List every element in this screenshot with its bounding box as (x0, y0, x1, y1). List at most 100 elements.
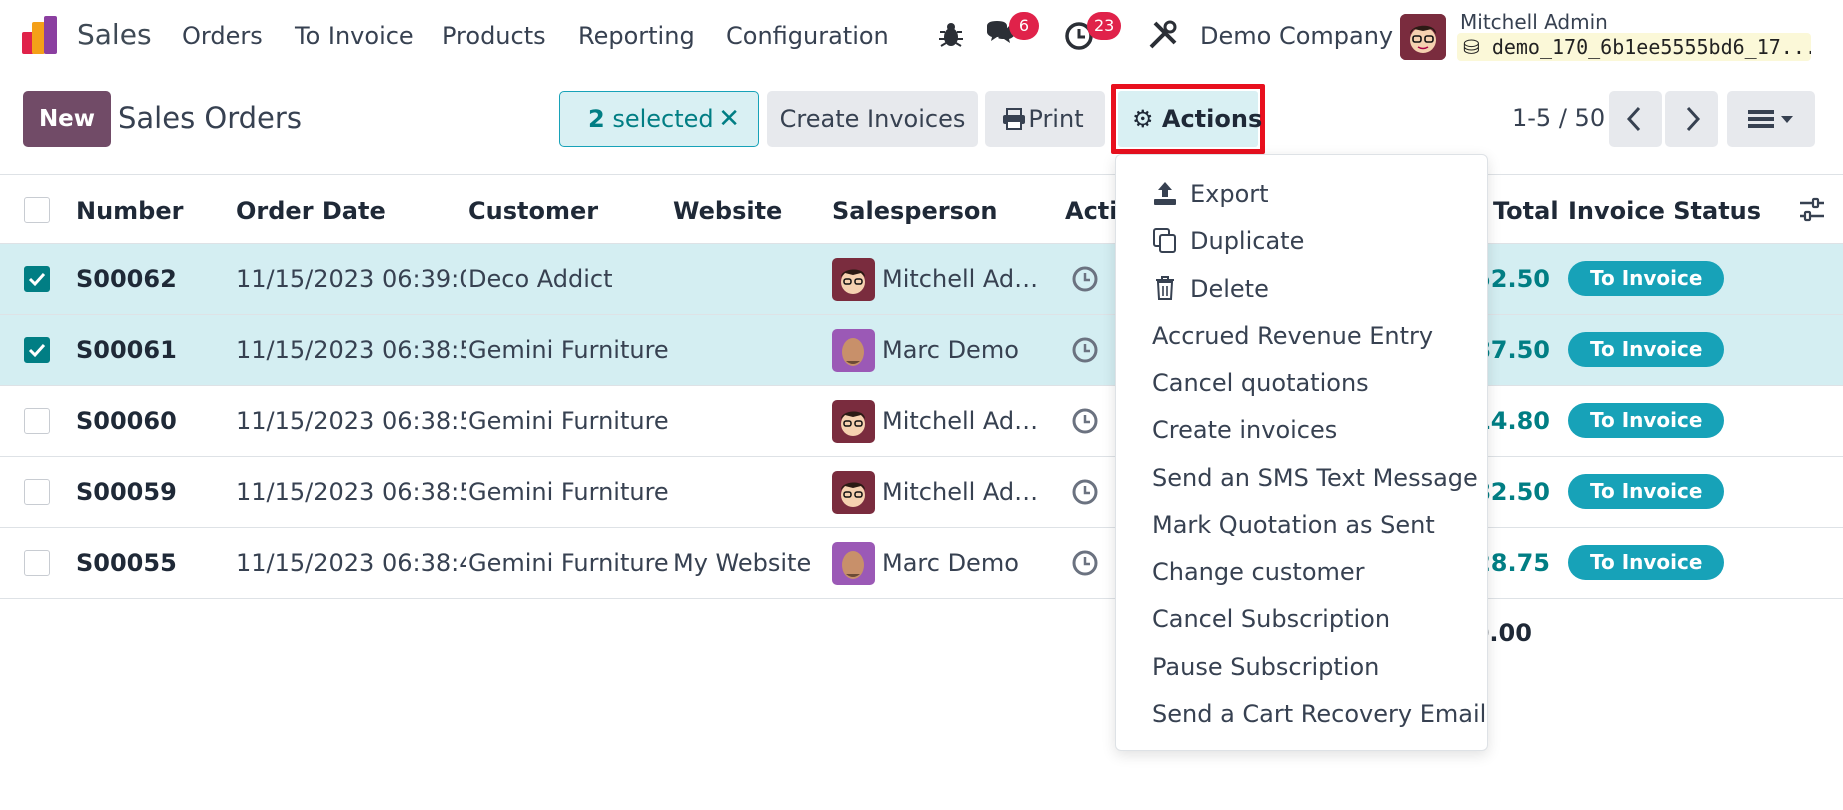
row-checkbox[interactable] (24, 479, 50, 505)
action-send-sms[interactable]: Send an SMS Text Message (1152, 464, 1478, 492)
select-all-checkbox[interactable] (24, 197, 50, 223)
action-cart-recovery[interactable]: Send a Cart Recovery Email (1152, 700, 1486, 728)
menu-configuration[interactable]: Configuration (726, 22, 889, 50)
table-row[interactable]: S00060 11/15/2023 06:38:57 Gemini Furnitur… (0, 386, 1843, 457)
create-invoices-button[interactable]: Create Invoices (767, 91, 978, 147)
selected-label: selected (612, 105, 714, 133)
row-checkbox[interactable] (24, 550, 50, 576)
activity-clock-icon[interactable] (1070, 264, 1100, 294)
table-row[interactable]: S00059 11/15/2023 06:38:57 Gemini Furnitur… (0, 457, 1843, 528)
order-date: 11/15/2023 06:38:57 (236, 478, 466, 506)
col-number[interactable]: Number (76, 197, 183, 225)
chevron-left-icon (1626, 106, 1641, 132)
order-date: 11/15/2023 06:38:49 (236, 549, 466, 577)
order-number: S00059 (76, 478, 177, 506)
col-salesperson[interactable]: Salesperson (832, 197, 997, 225)
action-duplicate[interactable]: Duplicate (1190, 227, 1304, 255)
database-name: ⛁ demo_170_6b1ee5555bd6_17... (1457, 33, 1811, 61)
col-customer[interactable]: Customer (468, 197, 598, 225)
row-checkbox[interactable] (24, 266, 50, 292)
table-header: Number Order Date Customer Website Sales… (0, 174, 1843, 244)
upload-icon (1154, 182, 1176, 205)
table-row[interactable]: S00055 11/15/2023 06:38:49 Gemini Furnitur… (0, 528, 1843, 599)
salesperson-avatar (832, 258, 875, 301)
new-button[interactable]: New (23, 91, 111, 147)
action-cancel-subscription[interactable]: Cancel Subscription (1152, 605, 1390, 633)
activity-clock-icon[interactable] (1070, 548, 1100, 578)
invoice-status-badge: To Invoice (1568, 474, 1725, 509)
copy-icon (1153, 228, 1176, 253)
company-switcher[interactable]: Demo Company (1200, 22, 1393, 50)
clear-selection-icon[interactable]: ✕ (718, 92, 740, 146)
order-number: S00061 (76, 336, 177, 364)
menu-orders[interactable]: Orders (182, 22, 263, 50)
salesperson-avatar (832, 329, 875, 372)
action-pause-subscription[interactable]: Pause Subscription (1152, 653, 1379, 681)
page-title: Sales Orders (118, 101, 302, 135)
action-mark-sent[interactable]: Mark Quotation as Sent (1152, 511, 1435, 539)
bug-icon[interactable] (934, 18, 968, 52)
print-button[interactable]: Print (985, 91, 1105, 147)
order-date: 11/15/2023 06:39:08 (236, 265, 466, 293)
optional-columns-icon[interactable] (1798, 197, 1826, 223)
pager-next-button[interactable] (1665, 91, 1718, 147)
order-number: S00062 (76, 265, 177, 293)
salesperson-name: Mitchell Ad… (882, 478, 1037, 506)
sales-app-logo-icon[interactable] (20, 16, 62, 56)
top-navbar: Sales Orders To Invoice Products Reporti… (0, 0, 1843, 74)
actions-label: Actions (1161, 105, 1263, 133)
activity-clock-icon[interactable] (1070, 335, 1100, 365)
activity-clock-icon[interactable] (1070, 477, 1100, 507)
gear-icon: ⚙ (1132, 105, 1154, 133)
invoice-status-badge: To Invoice (1568, 403, 1725, 438)
action-accrued-revenue[interactable]: Accrued Revenue Entry (1152, 322, 1433, 350)
view-switcher-button[interactable] (1727, 91, 1815, 147)
order-date: 11/15/2023 06:38:57 (236, 336, 466, 364)
action-create-invoices[interactable]: Create invoices (1152, 416, 1337, 444)
table-row[interactable]: S00062 11/15/2023 06:39:08 Deco Addict Mitc… (0, 244, 1843, 315)
app-name[interactable]: Sales (77, 18, 152, 51)
selection-chip: 2 selected ✕ (559, 91, 759, 147)
trash-icon (1156, 276, 1174, 300)
selected-count: 2 (588, 105, 605, 133)
customer-name: Gemini Furniture (468, 549, 668, 577)
action-delete[interactable]: Delete (1190, 275, 1269, 303)
salesperson-avatar (832, 471, 875, 514)
salesperson-avatar (832, 400, 875, 443)
row-checkbox[interactable] (24, 337, 50, 363)
user-avatar[interactable] (1400, 14, 1446, 60)
activity-clock-icon[interactable] (1070, 406, 1100, 436)
customer-name: Gemini Furniture (468, 478, 668, 506)
salesperson-avatar (832, 542, 875, 585)
list-view-icon (1748, 110, 1793, 128)
menu-products[interactable]: Products (442, 22, 546, 50)
pager-previous-button[interactable] (1609, 91, 1662, 147)
row-checkbox[interactable] (24, 408, 50, 434)
col-invoice-status[interactable]: Invoice Status (1568, 197, 1761, 225)
col-website[interactable]: Website (673, 197, 782, 225)
checkmark-icon (28, 272, 46, 287)
col-order-date[interactable]: Order Date (236, 197, 386, 225)
action-change-customer[interactable]: Change customer (1152, 558, 1365, 586)
website-name: My Website (673, 549, 812, 577)
actions-button[interactable]: ⚙ Actions (1118, 91, 1262, 147)
print-label: Print (1028, 105, 1084, 133)
menu-reporting[interactable]: Reporting (578, 22, 695, 50)
action-cancel-quotations[interactable]: Cancel quotations (1152, 369, 1369, 397)
customer-name: Deco Addict (468, 265, 613, 293)
user-name[interactable]: Mitchell Admin (1460, 10, 1608, 34)
action-export[interactable]: Export (1190, 180, 1269, 208)
col-total[interactable]: Total (1493, 197, 1559, 225)
salesperson-name: Mitchell Ad… (882, 265, 1037, 293)
invoice-status-badge: To Invoice (1568, 332, 1725, 367)
invoice-status-badge: To Invoice (1568, 545, 1725, 580)
table-row[interactable]: S00061 11/15/2023 06:38:57 Gemini Furnitur… (0, 315, 1843, 386)
tools-icon[interactable] (1146, 18, 1180, 52)
customer-name: Gemini Furniture (468, 407, 668, 435)
pager-value[interactable]: 1-5 / 50 (1512, 104, 1605, 132)
customer-name: Gemini Furniture (468, 336, 668, 364)
menu-to-invoice[interactable]: To Invoice (295, 22, 414, 50)
chevron-right-icon (1686, 106, 1701, 132)
messages-badge: 6 (1009, 12, 1039, 40)
activities-badge: 23 (1087, 12, 1122, 40)
